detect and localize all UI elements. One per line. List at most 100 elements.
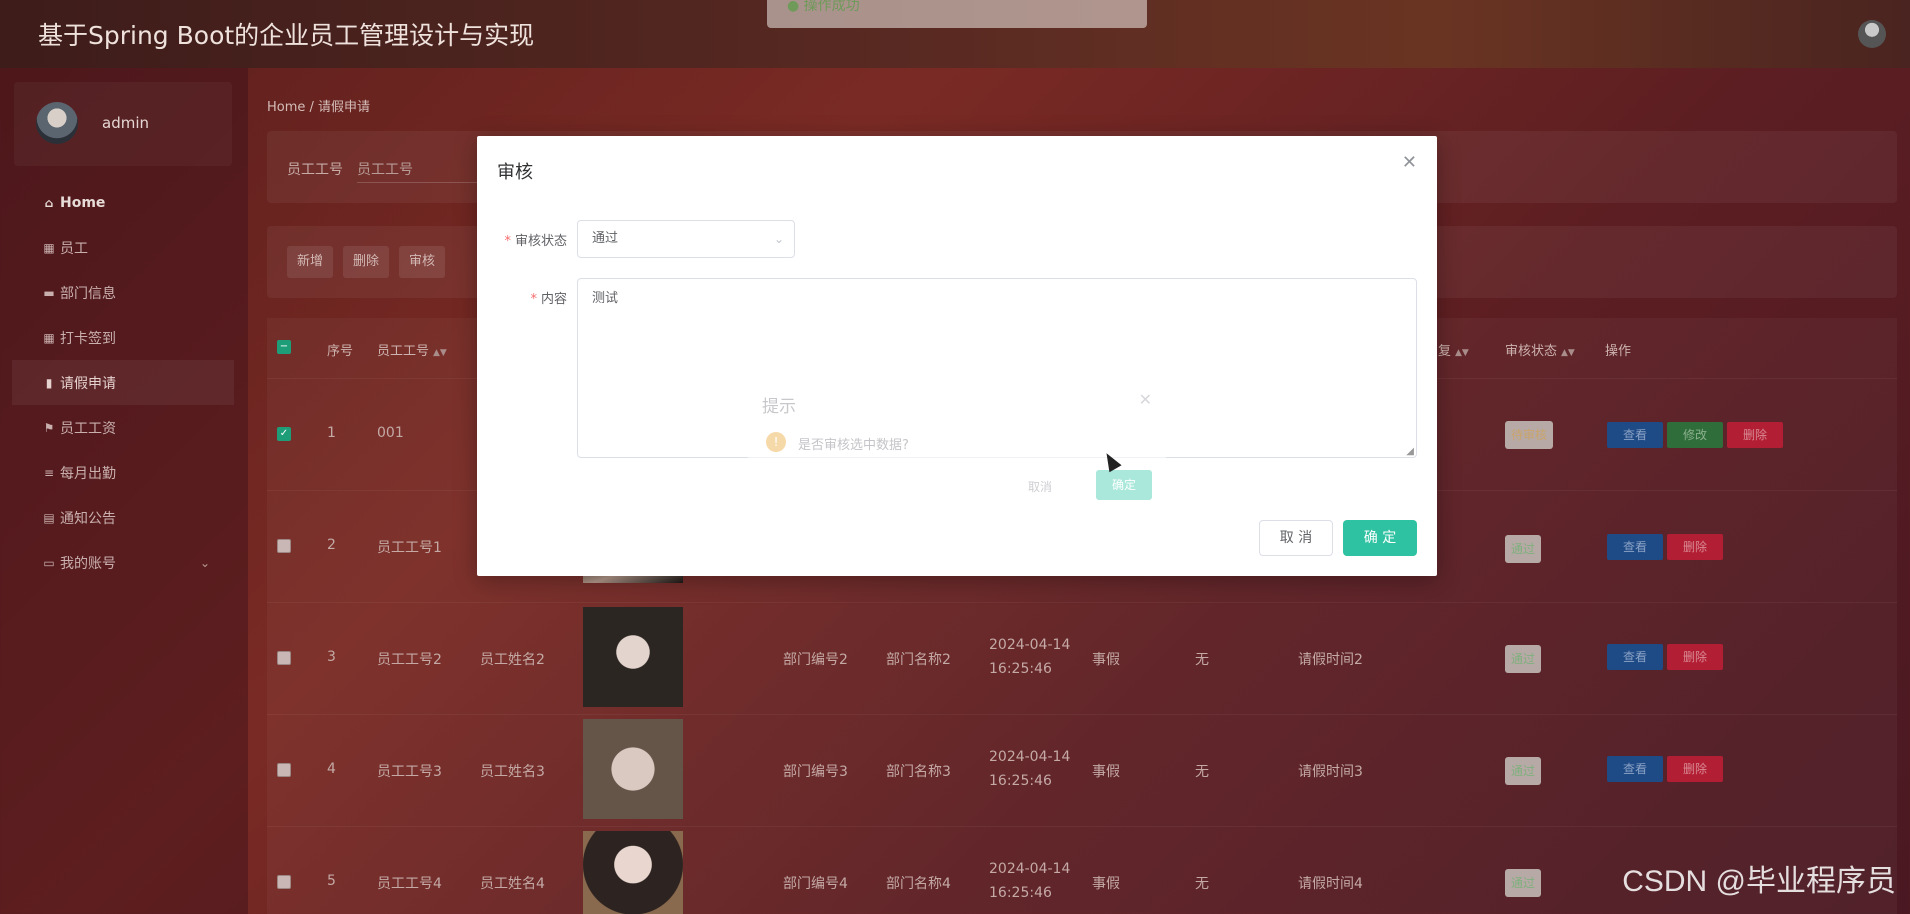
status-badge: 通过: [1505, 645, 1542, 673]
row-dept-name: 部门名称3: [886, 764, 951, 780]
grid-icon: ▦: [43, 330, 55, 345]
delete-row-button[interactable]: 删除: [1667, 756, 1724, 782]
header-emp-no-label: 员工工号: [377, 344, 430, 359]
header-emp-no[interactable]: 员工工号 ▲▼: [377, 340, 447, 359]
sort-icon: ▲▼: [1455, 348, 1469, 358]
status-label-text: 审核状态: [514, 234, 567, 249]
warning-icon: !: [766, 432, 786, 452]
row-apply-date: 2024-04-14 16:25:46: [989, 857, 1070, 905]
view-button[interactable]: 查看: [1607, 644, 1664, 670]
status-badge: 通过: [1505, 869, 1542, 897]
row-leave-time: 请假时间3: [1298, 764, 1363, 780]
view-button[interactable]: 查看: [1607, 422, 1664, 448]
row-checkbox[interactable]: [277, 875, 291, 889]
row-emp-name: 员工姓名3: [480, 764, 545, 780]
row-leave-type: 事假: [1092, 652, 1120, 668]
avatar: [36, 102, 78, 144]
sidebar-item-label: 我的账号: [60, 555, 116, 572]
audit-button[interactable]: 审核: [399, 246, 446, 278]
chat-icon: ▬: [43, 285, 55, 300]
sidebar-item-label: 打卡签到: [60, 330, 116, 347]
sidebar-item-department[interactable]: ▬ 部门信息: [12, 270, 234, 315]
delete-row-button[interactable]: 删除: [1727, 422, 1784, 448]
confirm-cancel-button[interactable]: 取消: [1028, 478, 1052, 495]
home-icon: ⌂: [44, 195, 54, 210]
sidebar-item-account[interactable]: ▭ 我的账号 ⌄: [12, 540, 234, 585]
sidebar-item-notice[interactable]: ▤ 通知公告: [12, 495, 234, 540]
watermark: CSDN @毕业程序员: [1622, 865, 1896, 898]
row-reply: 无: [1195, 876, 1209, 892]
sidebar-item-employee[interactable]: ▦ 员工: [12, 225, 234, 270]
table-row: 4 员工工号3 员工姓名3 部门编号3 部门名称3 2024-04-14 16:…: [267, 714, 1897, 826]
confirm-button[interactable]: 确 定: [1343, 520, 1417, 556]
row-emp-no: 001: [377, 425, 404, 441]
sort-icon: ▲▼: [1561, 348, 1575, 358]
edit-button[interactable]: 修改: [1667, 422, 1724, 448]
row-emp-name: 员工姓名2: [480, 652, 545, 668]
header-status-label: 审核状态: [1505, 344, 1558, 359]
row-date: 2024-04-14: [989, 637, 1071, 653]
required-mark: *: [530, 292, 537, 307]
card-icon: ▭: [43, 555, 55, 570]
row-dept-name: 部门名称2: [886, 652, 951, 668]
select-all-checkbox[interactable]: −: [277, 340, 291, 354]
search-input[interactable]: 员工工号: [357, 153, 487, 183]
delete-button[interactable]: 删除: [343, 246, 390, 278]
close-icon[interactable]: ✕: [1402, 152, 1417, 173]
employee-photo: [583, 607, 683, 707]
sidebar-item-home[interactable]: ⌂ Home: [12, 180, 234, 225]
row-emp-no: 员工工号1: [377, 540, 442, 556]
content-label-text: 内容: [540, 292, 567, 307]
status-select[interactable]: 通过 ⌄: [577, 220, 795, 258]
row-checkbox[interactable]: ✓: [277, 427, 291, 441]
row-checkbox[interactable]: [277, 539, 291, 553]
sidebar-item-checkin[interactable]: ▦ 打卡签到: [12, 315, 234, 360]
row-emp-name: 员工姓名4: [480, 876, 545, 892]
status-form-label: * 审核状态: [487, 230, 567, 249]
row-time: 16:25:46: [989, 661, 1052, 677]
sidebar-item-label: 员工工资: [60, 420, 116, 437]
employee-photo: [583, 719, 683, 819]
row-date: 2024-04-14: [989, 749, 1071, 765]
status-badge: 通过: [1505, 535, 1542, 563]
sidebar-item-leave[interactable]: ▮ 请假申请: [12, 360, 234, 405]
delete-row-button[interactable]: 删除: [1667, 644, 1724, 670]
sidebar-item-label: 部门信息: [60, 285, 116, 302]
sidebar: admin ⌂ Home ▦ 员工 ▬ 部门信息 ▦ 打卡签到 ▮ 请假申请 ⚑…: [0, 68, 248, 914]
sidebar-item-salary[interactable]: ⚑ 员工工资: [12, 405, 234, 450]
cancel-button[interactable]: 取 消: [1259, 520, 1333, 556]
sliders-icon: ≡: [43, 465, 55, 480]
chevron-down-icon: ⌄: [773, 232, 784, 246]
row-dept-no: 部门编号2: [783, 652, 848, 668]
row-dept-name: 部门名称4: [886, 876, 951, 892]
close-icon[interactable]: ✕: [1139, 390, 1152, 409]
toast-text: 操作成功: [803, 0, 860, 14]
header-status[interactable]: 审核状态 ▲▼: [1505, 340, 1575, 359]
delete-row-button[interactable]: 删除: [1667, 534, 1724, 560]
row-checkbox[interactable]: [277, 651, 291, 665]
confirm-ok-button[interactable]: 确定: [1096, 470, 1152, 500]
dialog-title: 审核: [497, 162, 533, 183]
user-box: admin: [14, 82, 232, 166]
add-button[interactable]: 新增: [287, 246, 334, 278]
view-button[interactable]: 查看: [1607, 756, 1664, 782]
row-apply-date: 2024-04-14 16:25:46: [989, 633, 1070, 681]
row-time: 16:25:46: [989, 885, 1052, 901]
flag-icon: ⚑: [43, 420, 55, 435]
status-select-value: 通过: [592, 231, 619, 246]
header-ops: 操作: [1605, 344, 1632, 359]
header-avatar[interactable]: [1858, 20, 1886, 48]
sidebar-menu: ⌂ Home ▦ 员工 ▬ 部门信息 ▦ 打卡签到 ▮ 请假申请 ⚑ 员工工资 …: [12, 180, 234, 585]
row-apply-date: 2024-04-14 16:25:46: [989, 745, 1070, 793]
row-dept-no: 部门编号4: [783, 876, 848, 892]
row-checkbox[interactable]: [277, 763, 291, 777]
row-emp-no: 员工工号2: [377, 652, 442, 668]
view-button[interactable]: 查看: [1607, 534, 1664, 560]
row-index: 2: [327, 537, 336, 553]
resize-handle-icon[interactable]: ◢: [1406, 446, 1414, 457]
row-index: 3: [327, 649, 336, 665]
header-index: 序号: [327, 344, 354, 359]
sidebar-item-attendance[interactable]: ≡ 每月出勤: [12, 450, 234, 495]
content-form-label: * 内容: [487, 288, 567, 307]
sidebar-item-label: Home: [60, 194, 106, 211]
